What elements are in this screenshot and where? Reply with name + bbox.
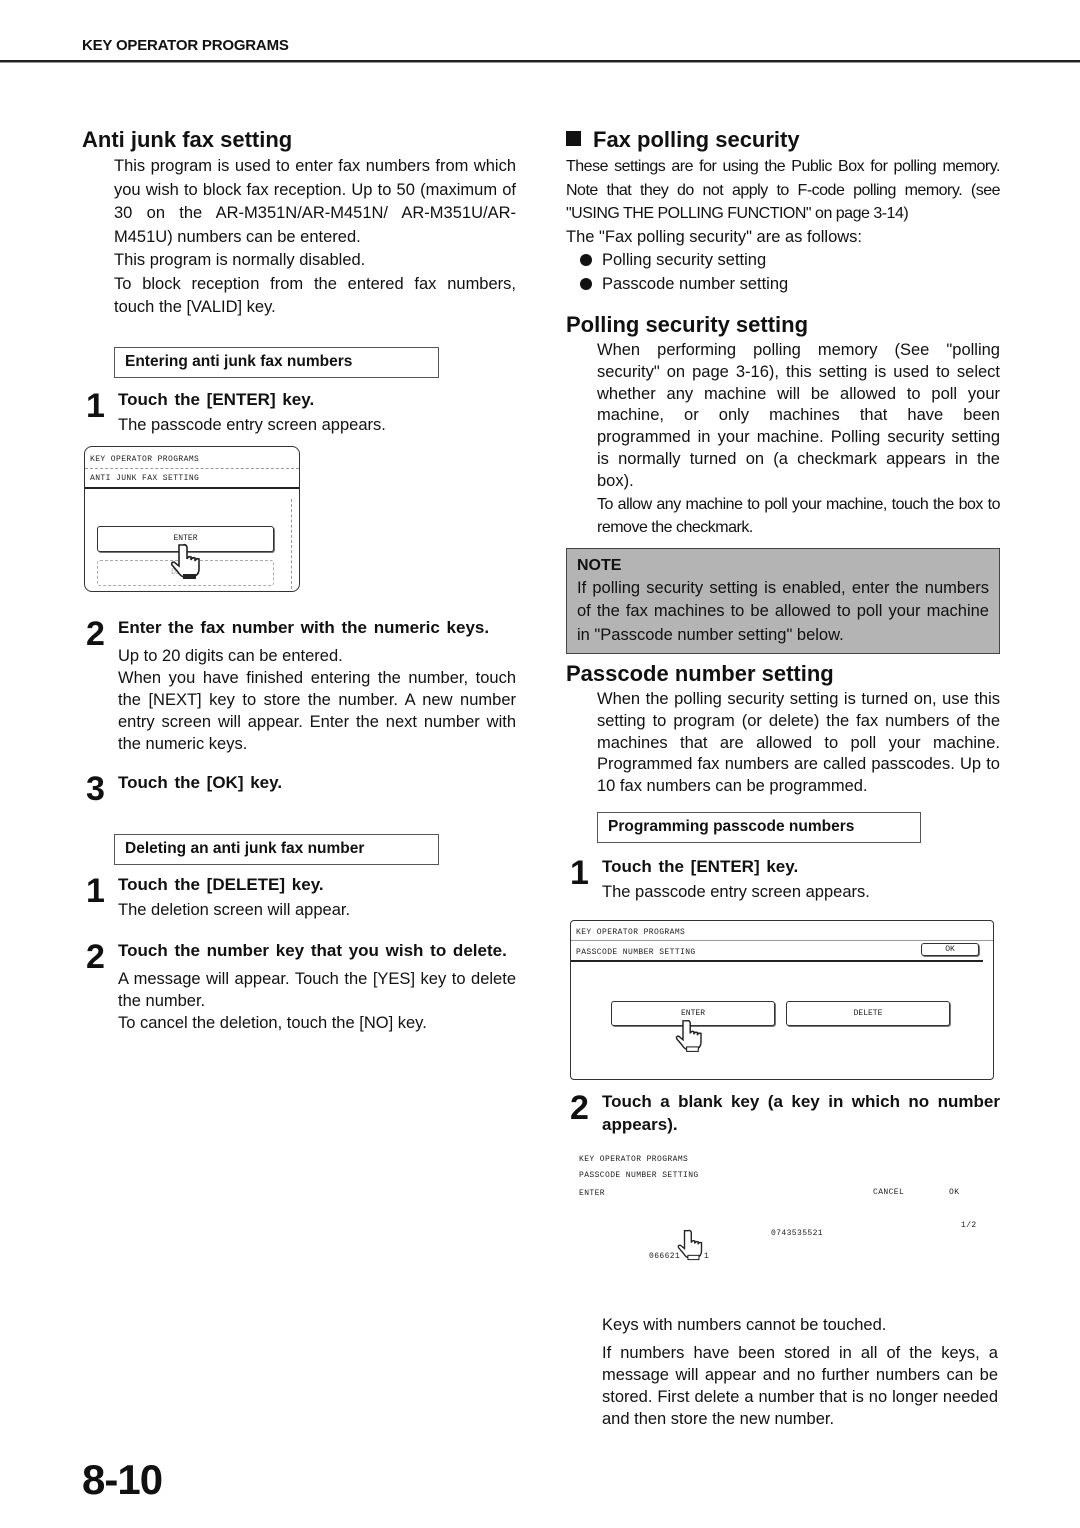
square-bullet-icon xyxy=(566,131,581,146)
screen-title: KEY OPERATOR PROGRAMS xyxy=(85,447,299,469)
fax-polling-intro: These settings are for using the Public … xyxy=(566,158,1001,222)
step-number: 3 xyxy=(86,769,105,808)
step-2-delete: 2 Touch the number key that you wish to … xyxy=(82,939,516,1034)
subsection-box-deleting: Deleting an anti junk fax number xyxy=(114,833,439,865)
step-number: 1 xyxy=(86,871,105,910)
screen-title: KEY OPERATOR PROGRAMS xyxy=(571,921,993,941)
screen-line: ENTER xyxy=(579,1189,606,1198)
step-1-delete: 1 Touch the [DELETE] key. The deletion s… xyxy=(82,873,516,921)
pointing-hand-icon xyxy=(675,1019,702,1052)
bullet-list: Polling security setting Passcode number… xyxy=(566,249,1000,296)
bullet-item: Passcode number setting xyxy=(580,273,1000,297)
step-number: 2 xyxy=(570,1089,589,1127)
polling-security-text: When performing polling memory (See "pol… xyxy=(597,341,1000,490)
polling-security-text-2: To allow any machine to poll your machin… xyxy=(597,495,1001,537)
after-note: If numbers have been stored in all of th… xyxy=(602,1343,998,1428)
step-desc: The passcode entry screen appears. xyxy=(602,883,870,902)
section-title-text: Fax polling security xyxy=(593,127,800,152)
bullet-dot-icon xyxy=(580,277,592,290)
pointing-hand-icon xyxy=(171,543,200,579)
step-title: Enter the fax number with the numeric ke… xyxy=(118,617,490,637)
step-2-enter-number: 2 Enter the fax number with the numeric … xyxy=(82,616,516,755)
right-column: Fax polling security These settings are … xyxy=(566,126,1001,903)
step-desc-line: Up to 20 digits can be entered. xyxy=(118,646,343,665)
ok-key[interactable]: OK xyxy=(949,1188,959,1197)
cancel-key[interactable]: CANCEL xyxy=(873,1188,904,1197)
page-indicator: 1/2 xyxy=(961,1221,977,1230)
step-title: Touch the [ENTER] key. xyxy=(118,389,315,409)
step-desc: The deletion screen will appear. xyxy=(118,900,351,919)
step-title: Touch the [OK] key. xyxy=(118,772,283,792)
step-number: 2 xyxy=(86,937,105,976)
running-header: KEY OPERATOR PROGRAMS xyxy=(82,37,289,54)
step-1-enter: 1 Touch the [ENTER] key. The passcode en… xyxy=(82,388,516,436)
step-desc: The passcode entry screen appears. xyxy=(118,415,386,434)
intro-paragraph: This program is used to enter fax number… xyxy=(114,157,516,246)
after-note: Keys with numbers cannot be touched. xyxy=(602,1316,887,1334)
bullet-text: Polling security setting xyxy=(602,251,767,269)
screen-passcode-number-setting: KEY OPERATOR PROGRAMS PASSCODE NUMBER SE… xyxy=(570,920,994,1080)
subsection-box-programming: Programming passcode numbers xyxy=(597,812,921,844)
bullet-dot-icon xyxy=(580,254,592,266)
ok-key[interactable]: OK xyxy=(921,943,979,956)
step-3-ok: 3 Touch the [OK] key. xyxy=(82,771,516,807)
step-number: 1 xyxy=(86,386,105,425)
step-1-passcode-enter: 1 Touch the [ENTER] key. The passcode en… xyxy=(566,855,1000,903)
screen-scrollbar xyxy=(291,499,292,589)
passcode-text: When the polling security setting is tur… xyxy=(597,690,1000,796)
intro-paragraph: To block reception from the entered fax … xyxy=(114,274,516,317)
note-title: NOTE xyxy=(577,556,622,574)
step-title: Touch the number key that you wish to de… xyxy=(118,940,507,960)
section-title-fax-polling-security: Fax polling security xyxy=(566,126,1000,154)
note-box: NOTE If polling security setting is enab… xyxy=(566,547,1000,655)
after-notes: Keys with numbers cannot be touched. If … xyxy=(602,1314,998,1430)
step-title: Touch a blank key (a key in which no num… xyxy=(602,1092,1000,1134)
note-text: If polling security setting is enabled, … xyxy=(577,578,989,644)
step-desc-line: A message will appear. Touch the [YES] k… xyxy=(118,969,516,1010)
bullet-text: Passcode number setting xyxy=(602,274,789,293)
step-title: Touch the [DELETE] key. xyxy=(118,874,324,894)
stored-number-key: 0743535521 xyxy=(771,1229,824,1238)
bullet-item: Polling security setting xyxy=(580,249,1000,273)
step-desc: Up to 20 digits can be entered. When you… xyxy=(118,645,516,755)
section-title-anti-junk: Anti junk fax setting xyxy=(82,127,293,152)
pointing-hand-icon xyxy=(677,1229,703,1261)
step-title: Touch the [ENTER] key. xyxy=(602,857,799,877)
header-rule xyxy=(0,60,1080,63)
subsection-box-entering: Entering anti junk fax numbers xyxy=(114,346,439,378)
page-number: 8-10 xyxy=(82,1456,163,1503)
anti-junk-intro: This program is used to enter fax number… xyxy=(82,155,516,320)
step-desc-line: To cancel the deletion, touch the [NO] k… xyxy=(118,1013,427,1032)
step-desc: A message will appear. Touch the [YES] k… xyxy=(118,968,516,1034)
screen-anti-junk-fax-setting: KEY OPERATOR PROGRAMS ANTI JUNK FAX SETT… xyxy=(84,446,300,592)
section-title-passcode-number: Passcode number setting xyxy=(566,661,834,687)
step-number: 1 xyxy=(570,854,589,893)
step-number: 2 xyxy=(86,614,105,653)
step-desc-line: When you have finished entering the numb… xyxy=(118,668,516,753)
delete-key[interactable]: DELETE xyxy=(786,1001,950,1026)
fax-polling-intro-2: The "Fax polling security" are as follow… xyxy=(566,227,863,246)
screen-line: KEY OPERATOR PROGRAMS xyxy=(579,1155,689,1164)
screen-subtitle: ANTI JUNK FAX SETTING xyxy=(85,469,299,489)
step-2-blank-key: 2 Touch a blank key (a key in which no n… xyxy=(566,1090,1000,1136)
screen-line: PASSCODE NUMBER SETTING xyxy=(579,1171,699,1180)
intro-paragraph: This program is normally disabled. xyxy=(114,251,366,269)
section-title-polling-security: Polling security setting xyxy=(566,312,809,337)
